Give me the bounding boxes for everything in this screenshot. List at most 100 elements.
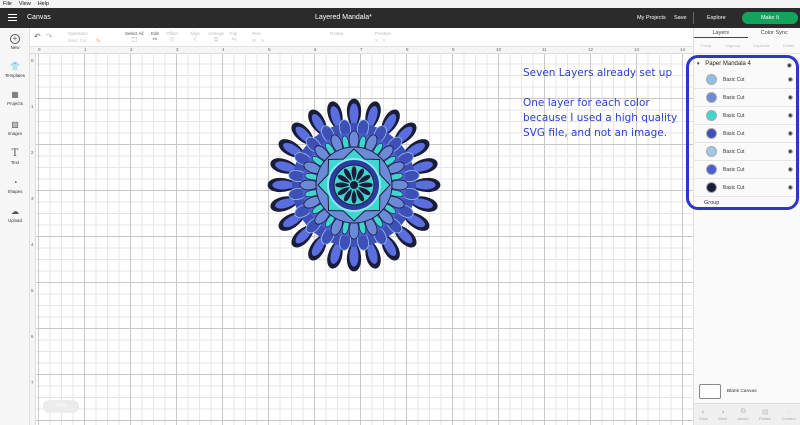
zoom-control[interactable]: 75% [43, 400, 79, 413]
ruler-tick: 1 [31, 104, 34, 109]
layer-name: Basic Cut [723, 77, 745, 83]
eye-icon[interactable]: ◉ [788, 184, 793, 191]
save-button[interactable]: Save [674, 15, 687, 21]
layer-swatch [706, 182, 717, 193]
eye-icon[interactable]: ◉ [788, 130, 793, 137]
menu-file[interactable]: File [3, 1, 12, 7]
layered-mandala-design[interactable] [267, 98, 441, 272]
align-label: Align [190, 31, 201, 36]
ruler-tick: 10 [496, 47, 502, 52]
offset-button[interactable]: Offset ◎ [166, 31, 178, 44]
eye-icon[interactable]: ◉ [788, 112, 793, 119]
sidebar-item-templates[interactable]: 👕 Templates [0, 62, 30, 78]
layer-swatch [706, 128, 717, 139]
edit-label: Edit [151, 31, 159, 36]
layer-row[interactable]: Basic Cut ◉ [694, 71, 800, 89]
arrange-button[interactable]: Arrange ⧉ [208, 31, 224, 44]
sidebar-item-label: Text [10, 160, 20, 165]
sidebar-item-projects[interactable]: ▦ Projects [0, 90, 30, 106]
eye-icon[interactable]: ◉ [788, 94, 793, 101]
ruler-tick: 13 [634, 47, 640, 52]
my-projects-link[interactable]: My Projects [637, 15, 666, 21]
project-title: Layered Mandala* [315, 14, 372, 21]
contour-button[interactable]: ◌ Contour [782, 409, 796, 421]
tab-layers[interactable]: Layers [694, 28, 748, 38]
shirt-icon: 👕 [10, 62, 20, 71]
group-name: Paper Mandala 4 [705, 61, 751, 67]
weld-icon: ◑ [720, 408, 725, 416]
ruler-tick: 5 [268, 47, 271, 52]
ruler-tick: 8 [406, 47, 409, 52]
layer-group-header[interactable]: ▾ Paper Mandala 4 [697, 61, 751, 67]
blank-canvas-row[interactable]: Blank Canvas [697, 384, 800, 400]
ruler-tick: 4 [31, 242, 34, 247]
arrange-icon: ⧉ [213, 37, 219, 43]
edit-toolbar: ↶ ↷ Operation Basic Cut ✎ Select All ⬚ E… [30, 28, 693, 47]
flatten-button[interactable]: ▤ Flatten [759, 408, 771, 421]
ruler-tick: 14 [680, 47, 686, 52]
group-tool[interactable]: Group [701, 43, 712, 48]
chevron-down-icon[interactable]: ▾ [697, 61, 700, 67]
text-icon: T [11, 148, 19, 159]
sidebar-item-upload[interactable]: ☁ Upload [0, 207, 30, 223]
align-icon: ≡ [193, 37, 197, 43]
operation-value: Basic Cut [68, 38, 87, 43]
sidebar-item-label: New [10, 45, 20, 50]
panel-tabs: Layers Color Sync [694, 28, 800, 38]
hamburger-menu-icon[interactable] [8, 14, 17, 21]
weld-button[interactable]: ◑ Weld [718, 409, 727, 421]
flatten-label: Flatten [759, 416, 772, 421]
ungroup-tool[interactable]: Ungroup [725, 43, 740, 48]
sidebar-item-text[interactable]: T Text [0, 148, 30, 166]
next-group-header[interactable]: Group [704, 200, 719, 206]
eye-icon[interactable]: ◉ [788, 166, 793, 173]
layer-row[interactable]: Basic Cut ◉ [694, 161, 800, 179]
flip-button[interactable]: Flip ⇋ [230, 31, 238, 44]
select-all-label: Select All [125, 31, 144, 36]
contour-label: Contour [781, 415, 796, 421]
align-button[interactable]: Align ≡ [190, 31, 200, 44]
position-label: Position [375, 31, 392, 36]
undo-icon[interactable]: ↶ [34, 32, 41, 41]
divider [693, 12, 694, 24]
ruler-tick: 6 [314, 47, 317, 52]
select-all-button[interactable]: Select All ⬚ [125, 31, 144, 44]
eye-icon[interactable]: ◉ [788, 76, 793, 83]
upload-icon: ☁ [11, 207, 19, 216]
delete-tool[interactable]: Delete [783, 43, 795, 48]
duplicate-tool[interactable]: Duplicate [753, 43, 770, 48]
sidebar-item-shapes[interactable]: ◔ Shapes [0, 178, 30, 194]
sidebar-item-label: Projects [7, 101, 23, 106]
explore-link[interactable]: Explore [707, 15, 726, 21]
menu-view[interactable]: View [19, 1, 31, 7]
layer-row[interactable]: Basic Cut ◉ [694, 89, 800, 107]
layer-row[interactable]: Basic Cut ◉ [694, 107, 800, 125]
layer-row[interactable]: Basic Cut ◉ [694, 179, 800, 197]
make-it-button[interactable]: Make It [742, 12, 798, 24]
eye-icon[interactable]: ◉ [788, 148, 793, 155]
operation-dropdown[interactable]: Operation Basic Cut [68, 31, 88, 43]
tab-color-sync[interactable]: Color Sync [748, 28, 800, 38]
ruler-tick: 1 [84, 47, 87, 52]
sidebar-item-new[interactable]: + New [0, 34, 30, 50]
offset-label: Offset [166, 31, 178, 36]
layer-row[interactable]: Basic Cut ◉ [694, 125, 800, 143]
layer-tools: Group Ungroup Duplicate Delete [694, 38, 800, 54]
size-field[interactable]: Size W H [252, 31, 264, 43]
eye-icon[interactable]: ◉ [787, 62, 792, 69]
rotate-field[interactable]: Rotate [330, 31, 343, 36]
sidebar-item-label: Shapes [7, 189, 23, 194]
shapes-icon: ◔ [12, 178, 18, 187]
attach-button[interactable]: ⧉ Attach [737, 408, 748, 421]
redo-icon[interactable]: ↷ [46, 32, 53, 41]
menu-help[interactable]: Help [38, 1, 49, 7]
flip-label: Flip [230, 31, 238, 36]
position-field[interactable]: Position X Y [375, 31, 391, 43]
slice-button[interactable]: ◐ Slice [699, 409, 708, 421]
ruler-top: 0 1 2 3 4 5 6 7 8 9 10 11 12 13 14 [30, 47, 693, 54]
layer-row[interactable]: Basic Cut ◉ [694, 143, 800, 161]
edit-button[interactable]: Edit ✂ [151, 31, 159, 44]
slice-icon: ◐ [701, 408, 706, 416]
sidebar-item-images[interactable]: ▨ Images [0, 120, 30, 136]
layer-swatch [706, 74, 717, 85]
